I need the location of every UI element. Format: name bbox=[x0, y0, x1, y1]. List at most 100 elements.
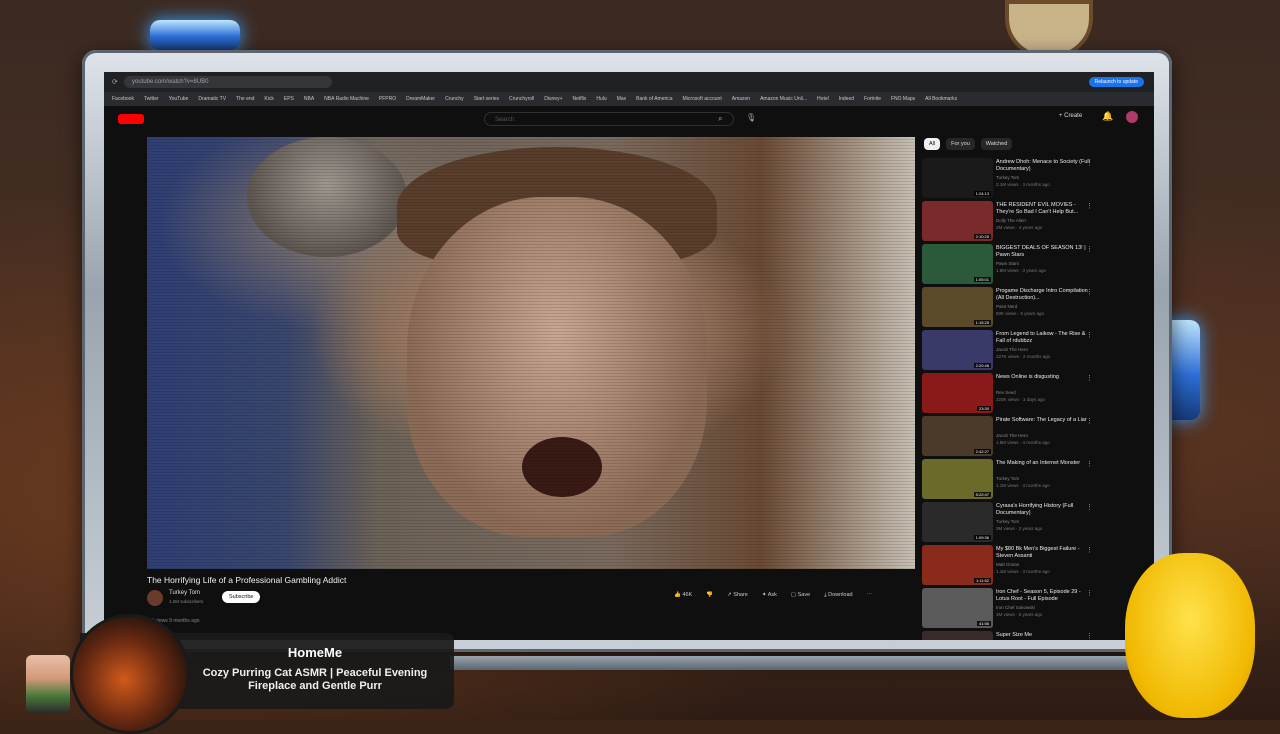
bookmark-item[interactable]: Netflix bbox=[572, 96, 586, 102]
bookmark-item[interactable]: Indeed bbox=[839, 96, 854, 102]
recommendation-thumbnail[interactable]: 23:30 bbox=[922, 373, 993, 413]
recommendation-item[interactable]: Super Size Me ⋮ bbox=[922, 630, 1152, 640]
more-options-icon[interactable]: ⋮ bbox=[1086, 374, 1093, 382]
bookmark-item[interactable]: Twitter bbox=[144, 96, 159, 102]
chip-all[interactable]: All bbox=[924, 138, 941, 150]
chip-watched[interactable]: Watched bbox=[980, 138, 1013, 150]
more-options-icon[interactable]: ⋮ bbox=[1086, 245, 1093, 253]
more-options-icon[interactable]: ⋯ bbox=[867, 592, 873, 599]
recommendation-item[interactable]: 1:05:01 BIGGEST DEALS OF SEASON 13! | Paw… bbox=[922, 243, 1152, 286]
bookmark-item[interactable]: All Bookmarks bbox=[925, 96, 957, 102]
bookmark-item[interactable]: Start series bbox=[474, 96, 499, 102]
bookmark-item[interactable]: DreamMaker bbox=[406, 96, 435, 102]
recommendation-item[interactable]: 23:30 News Online is disgusting Rev Seed 22… bbox=[922, 372, 1152, 415]
bookmark-item[interactable]: Dramatic TV bbox=[198, 96, 226, 102]
share-button[interactable]: ↗ Share bbox=[727, 592, 748, 599]
chip-for-you[interactable]: For you bbox=[946, 138, 975, 150]
recommendation-thumbnail[interactable]: 41:56 bbox=[922, 588, 993, 628]
bookmark-item[interactable]: Hotel bbox=[817, 96, 829, 102]
search-icon[interactable]: ⌕ bbox=[718, 114, 722, 124]
bookmark-item[interactable]: Kick bbox=[264, 96, 273, 102]
bookmark-item[interactable]: The end bbox=[236, 96, 254, 102]
bookmark-item[interactable]: Crunchy bbox=[445, 96, 464, 102]
recommendation-title[interactable]: My $80 Bk Men's Biggest Failure - Steven… bbox=[996, 546, 1091, 560]
recommendation-item[interactable]: 1:24:13 Andrew Dhoh: Menace to Society (F… bbox=[922, 157, 1152, 200]
mic-icon[interactable]: 🎙 bbox=[746, 113, 756, 122]
more-options-icon[interactable]: ⋮ bbox=[1086, 632, 1093, 640]
recommendation-thumbnail[interactable]: 2:10:25 bbox=[922, 201, 993, 241]
bookmark-item[interactable]: PFPRO bbox=[379, 96, 396, 102]
recommendation-item[interactable]: 2:42:27 Pirate Software: The Legacy of a … bbox=[922, 415, 1152, 458]
more-options-icon[interactable]: ⋮ bbox=[1086, 288, 1093, 296]
recommendation-channel[interactable]: Turkey Tom bbox=[996, 519, 1019, 524]
recommendation-title[interactable]: From Legend to Laikow - The Rise & Fall … bbox=[996, 331, 1091, 345]
bookmark-item[interactable]: FNO Maps bbox=[891, 96, 915, 102]
bookmark-item[interactable]: Facebook bbox=[112, 96, 134, 102]
recommendation-title[interactable]: Cyrasa's Horrifying History (Full Docume… bbox=[996, 503, 1091, 517]
bookmark-item[interactable]: Bank of America bbox=[636, 96, 672, 102]
recommendation-thumbnail[interactable] bbox=[922, 631, 993, 640]
recommendation-thumbnail[interactable]: 2:20:46 bbox=[922, 330, 993, 370]
recommendation-title[interactable]: The Making of an Internet Monster bbox=[996, 460, 1091, 467]
recommendation-channel[interactable]: Jacob The Hero bbox=[996, 433, 1028, 438]
recommendation-channel[interactable]: Iron Chef Sokowski bbox=[996, 605, 1035, 610]
recommendation-channel[interactable]: Dolly The Alien bbox=[996, 218, 1026, 223]
recommendation-channel[interactable]: Turkey Tom bbox=[996, 175, 1019, 180]
account-avatar[interactable] bbox=[1126, 111, 1138, 123]
recommendation-channel[interactable]: Turkey Tom bbox=[996, 476, 1019, 481]
recommendation-title[interactable]: BIGGEST DEALS OF SEASON 13! | Pawn Stars bbox=[996, 245, 1091, 259]
recommendation-item[interactable]: 2:20:46 From Legend to Laikow - The Rise … bbox=[922, 329, 1152, 372]
bookmark-item[interactable]: NBA bbox=[304, 96, 314, 102]
channel-name[interactable]: Turkey Tom bbox=[169, 590, 200, 596]
more-options-icon[interactable]: ⋮ bbox=[1086, 159, 1093, 167]
bookmark-item[interactable]: Hulu bbox=[596, 96, 606, 102]
bookmark-item[interactable]: EPS bbox=[284, 96, 294, 102]
recommendation-thumbnail[interactable]: 2:42:27 bbox=[922, 416, 993, 456]
notifications-bell-icon[interactable]: 🔔 bbox=[1102, 111, 1113, 122]
recommendation-channel[interactable]: Paint Nerd bbox=[996, 304, 1017, 309]
more-options-icon[interactable]: ⋮ bbox=[1086, 546, 1093, 554]
youtube-logo-icon[interactable] bbox=[118, 114, 144, 124]
recommendation-title[interactable]: Super Size Me bbox=[996, 632, 1091, 639]
bookmark-item[interactable]: Amazon bbox=[732, 96, 750, 102]
dislike-button[interactable]: 👎 bbox=[706, 592, 713, 599]
channel-avatar[interactable] bbox=[147, 590, 163, 606]
recommendation-thumbnail[interactable]: 1:24:13 bbox=[922, 158, 993, 198]
recommendation-channel[interactable]: Pawn Stars bbox=[996, 261, 1019, 266]
recommendation-item[interactable]: 1:15:25 Progame Discharge Intro Compilati… bbox=[922, 286, 1152, 329]
address-bar[interactable]: youtube.com/watch?v=8UB0 bbox=[123, 76, 332, 88]
recommendation-channel[interactable]: Matt Ocean bbox=[996, 562, 1019, 567]
recommendation-title[interactable]: Progame Discharge Intro Compilation (All… bbox=[996, 288, 1091, 302]
recommendation-item[interactable]: 2:10:25 THE RESIDENT EVIL MOVIES - They'r… bbox=[922, 200, 1152, 243]
recommendation-thumbnail[interactable]: 1:11:52 bbox=[922, 545, 993, 585]
save-button[interactable]: ▢ Save bbox=[791, 592, 810, 599]
video-player[interactable] bbox=[147, 137, 915, 569]
recommendation-title[interactable]: Iron Chef - Season 5, Episode 29 - Lotus… bbox=[996, 589, 1091, 603]
more-options-icon[interactable]: ⋮ bbox=[1086, 202, 1093, 210]
search-input[interactable]: Search bbox=[484, 112, 734, 126]
relaunch-button[interactable]: Relaunch to update bbox=[1088, 77, 1144, 87]
more-options-icon[interactable]: ⋮ bbox=[1086, 589, 1093, 597]
recommendation-channel[interactable]: Rev Seed bbox=[996, 390, 1016, 395]
like-button[interactable]: 👍 46K bbox=[674, 592, 692, 599]
recommendation-item[interactable]: 1:11:52 My $80 Bk Men's Biggest Failure -… bbox=[922, 544, 1152, 587]
bookmark-item[interactable]: Fortnite bbox=[864, 96, 881, 102]
recommendation-title[interactable]: Pirate Software: The Legacy of a Liar bbox=[996, 417, 1091, 424]
bookmark-item[interactable]: YouTube bbox=[169, 96, 189, 102]
download-button[interactable]: ⤓ Download bbox=[824, 592, 852, 599]
bookmark-item[interactable]: Crunchyroll bbox=[509, 96, 534, 102]
ask-button[interactable]: ✦ Ask bbox=[762, 592, 777, 599]
bookmark-item[interactable]: Microsoft account bbox=[683, 96, 722, 102]
recommendation-title[interactable]: Andrew Dhoh: Menace to Society (Full Doc… bbox=[996, 159, 1091, 173]
reload-icon[interactable]: ⟳ bbox=[112, 78, 118, 86]
subscribe-button[interactable]: Subscribe bbox=[222, 591, 261, 603]
recommendation-item[interactable]: 1:09:36 Cyrasa's Horrifying History (Full… bbox=[922, 501, 1152, 544]
recommendation-item[interactable]: 41:56 Iron Chef - Season 5, Episode 29 - … bbox=[922, 587, 1152, 630]
recommendation-item[interactable]: 5:22:47 The Making of an Internet Monster… bbox=[922, 458, 1152, 501]
more-options-icon[interactable]: ⋮ bbox=[1086, 460, 1093, 468]
more-options-icon[interactable]: ⋮ bbox=[1086, 503, 1093, 511]
recommendation-thumbnail[interactable]: 1:15:25 bbox=[922, 287, 993, 327]
bookmark-item[interactable]: Amazon Music Unli... bbox=[760, 96, 807, 102]
recommendation-title[interactable]: News Online is disgusting bbox=[996, 374, 1091, 381]
more-options-icon[interactable]: ⋮ bbox=[1086, 417, 1093, 425]
